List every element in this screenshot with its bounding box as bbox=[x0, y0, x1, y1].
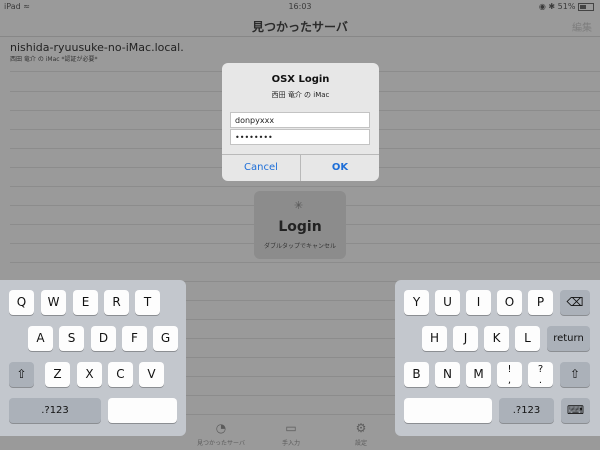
hud-title: Login bbox=[278, 219, 322, 235]
key-g[interactable]: G bbox=[153, 326, 178, 351]
space-key[interactable] bbox=[404, 398, 492, 423]
key-y[interactable]: Y bbox=[404, 290, 429, 315]
key-w[interactable]: W bbox=[41, 290, 66, 315]
shift-key-icon[interactable]: ⇧ bbox=[9, 362, 34, 387]
edit-button[interactable]: 編集 bbox=[572, 19, 592, 34]
return-key[interactable]: return bbox=[547, 326, 590, 351]
gear-icon: ⚙ bbox=[355, 421, 367, 435]
key-p[interactable]: P bbox=[528, 290, 553, 315]
battery-icon bbox=[578, 2, 594, 11]
keyboard-right: Y U I O P ⌫ H J K L return B N M ! , ? .… bbox=[395, 280, 600, 436]
status-bar: iPad ≈ 16:03 ◉ ✱ 51% bbox=[0, 0, 600, 14]
backspace-key-icon[interactable]: ⌫ bbox=[560, 290, 590, 315]
key-z[interactable]: Z bbox=[45, 362, 70, 387]
status-right: ◉ ✱ 51% bbox=[539, 2, 594, 11]
login-dialog: OSX Login 西田 竜介 の iMac donpyxxx ••••••••… bbox=[222, 63, 379, 181]
cancel-button[interactable]: Cancel bbox=[222, 155, 300, 181]
tab-label: 設定 bbox=[354, 440, 367, 447]
tab-manual-input[interactable]: ▭ 手入力 bbox=[256, 420, 326, 450]
key-s[interactable]: S bbox=[59, 326, 84, 351]
tab-settings[interactable]: ⚙ 設定 bbox=[326, 420, 396, 450]
tab-label: 見つかったサーバ bbox=[197, 440, 245, 447]
login-hud[interactable]: ✳ Login ダブルタップでキャンセル bbox=[254, 191, 346, 259]
key-r[interactable]: R bbox=[104, 290, 129, 315]
laptop-icon: ▭ bbox=[285, 421, 297, 435]
key-j[interactable]: J bbox=[453, 326, 478, 351]
tab-found-servers[interactable]: ◔ 見つかったサーバ bbox=[186, 420, 256, 450]
key-question-period[interactable]: ? . bbox=[528, 362, 553, 387]
key-c[interactable]: C bbox=[108, 362, 133, 387]
key-m[interactable]: M bbox=[466, 362, 491, 387]
server-subtitle: 西田 竜介 の iMac *認証が必要* bbox=[10, 56, 98, 63]
key-k[interactable]: K bbox=[484, 326, 509, 351]
battery-percent: 51% bbox=[557, 2, 576, 11]
key-t[interactable]: T bbox=[135, 290, 160, 315]
numbers-key[interactable]: .?123 bbox=[9, 398, 101, 423]
rotation-lock-icon: ◉ bbox=[538, 2, 546, 11]
dialog-title: OSX Login bbox=[271, 74, 330, 85]
key-exclamation-comma[interactable]: ! , bbox=[497, 362, 522, 387]
key-q[interactable]: Q bbox=[9, 290, 34, 315]
key-l[interactable]: L bbox=[515, 326, 540, 351]
shift-key-icon[interactable]: ⇧ bbox=[560, 362, 590, 387]
bluetooth-icon: ✱ bbox=[548, 2, 556, 11]
tab-label: 手入力 bbox=[281, 440, 300, 447]
spinner-icon: ✳ bbox=[294, 199, 304, 212]
key-v[interactable]: V bbox=[139, 362, 164, 387]
status-time: 16:03 bbox=[288, 2, 312, 11]
keyboard-left: Q W E R T A S D F G ⇧ Z X C V .?123 bbox=[0, 280, 186, 436]
key-n[interactable]: N bbox=[435, 362, 460, 387]
divider bbox=[10, 262, 600, 263]
key-e[interactable]: E bbox=[73, 290, 98, 315]
key-b[interactable]: B bbox=[404, 362, 429, 387]
dialog-subtitle: 西田 竜介 の iMac bbox=[271, 91, 330, 99]
hide-keyboard-icon[interactable]: ⌨ bbox=[561, 398, 590, 423]
numbers-key[interactable]: .?123 bbox=[499, 398, 554, 423]
key-x[interactable]: X bbox=[77, 362, 102, 387]
key-f[interactable]: F bbox=[122, 326, 147, 351]
space-key[interactable] bbox=[108, 398, 177, 423]
password-field[interactable]: •••••••• bbox=[230, 129, 370, 145]
rss-icon: ◔ bbox=[215, 421, 227, 435]
server-name: nishida-ryuusuke-no-iMac.local. bbox=[10, 41, 184, 54]
navigation-bar: 見つかったサーバ 編集 bbox=[0, 14, 600, 37]
tab-bar: ◔ 見つかったサーバ ▭ 手入力 ⚙ 設定 bbox=[186, 420, 395, 450]
divider bbox=[10, 186, 600, 187]
hud-subtitle: ダブルタップでキャンセル bbox=[263, 243, 336, 250]
key-a[interactable]: A bbox=[28, 326, 53, 351]
key-o[interactable]: O bbox=[497, 290, 522, 315]
key-h[interactable]: H bbox=[422, 326, 447, 351]
key-d[interactable]: D bbox=[91, 326, 116, 351]
key-u[interactable]: U bbox=[435, 290, 460, 315]
ok-button[interactable]: OK bbox=[301, 155, 379, 181]
key-i[interactable]: I bbox=[466, 290, 491, 315]
page-title: 見つかったサーバ bbox=[252, 20, 348, 34]
username-field[interactable]: donpyxxx bbox=[230, 112, 370, 128]
